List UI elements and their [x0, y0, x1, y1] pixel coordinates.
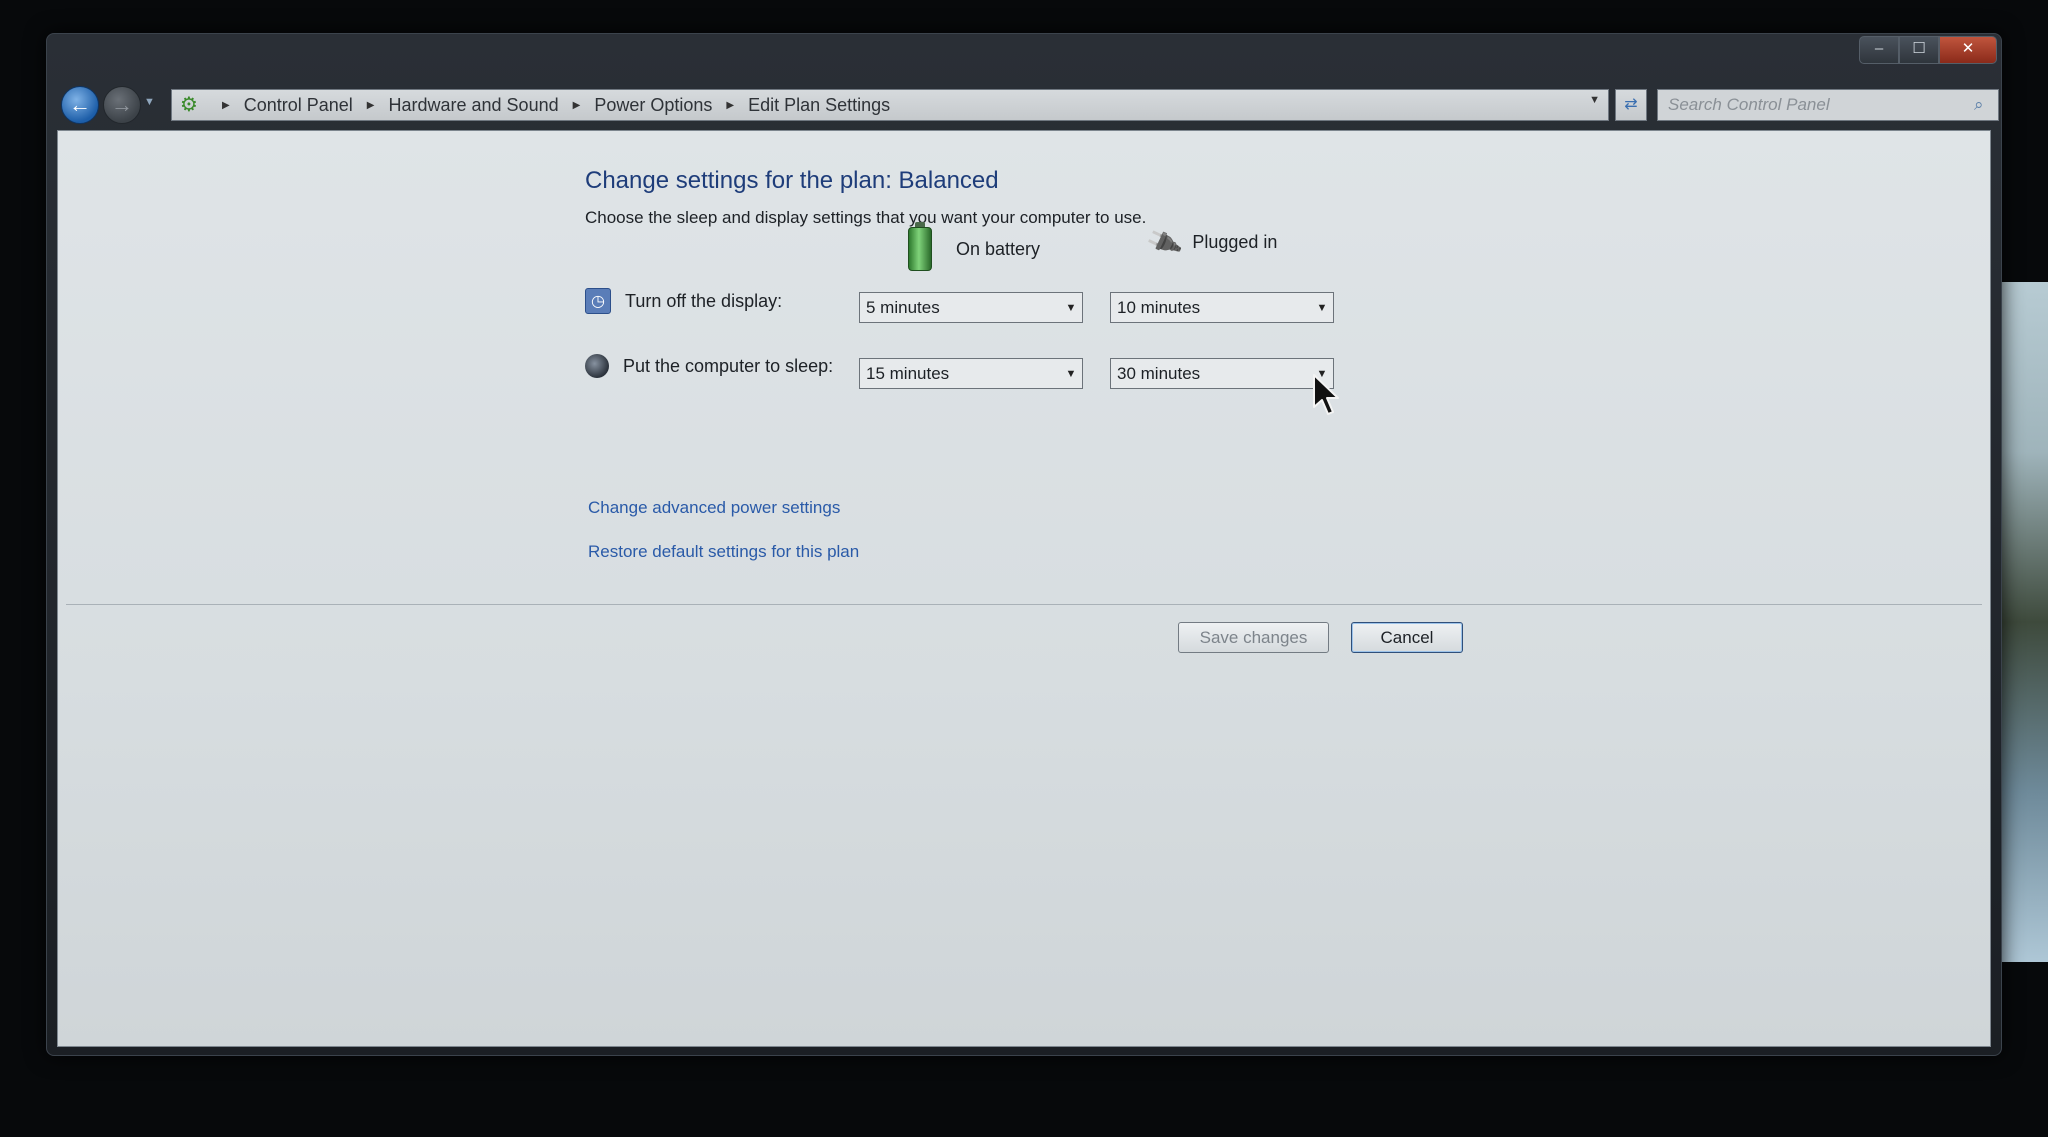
power-plug-icon: 🔌	[1143, 222, 1185, 262]
chevron-down-icon: ▼	[1065, 367, 1077, 380]
display-plugged-value: 10 minutes	[1117, 297, 1201, 317]
column-header-battery: On battery	[908, 222, 1041, 271]
content-pane: Change settings for the plan: Balanced C…	[57, 130, 1991, 1047]
address-history-dropdown[interactable]: ▼	[1589, 94, 1600, 106]
breadcrumb-hardware-and-sound[interactable]: Hardware and Sound	[388, 95, 558, 116]
control-panel-icon: ⚙	[180, 94, 198, 116]
back-button[interactable]: ←	[61, 86, 99, 124]
divider	[66, 604, 1982, 605]
search-input[interactable]	[1658, 90, 1974, 120]
column-header-plugged: 🔌 Plugged in	[1144, 222, 1278, 261]
refresh-button[interactable]: ⇄	[1615, 89, 1647, 121]
forward-button[interactable]: →	[103, 86, 141, 124]
cancel-button[interactable]: Cancel	[1351, 622, 1463, 653]
search-box: ⌕	[1657, 89, 1999, 121]
forward-arrow-icon: →	[111, 92, 133, 117]
breadcrumb-power-options[interactable]: Power Options	[594, 95, 712, 116]
chevron-right-icon[interactable]: ▶	[573, 100, 581, 111]
chevron-down-icon: ▼	[1316, 301, 1328, 314]
save-changes-button[interactable]: Save changes	[1178, 622, 1329, 653]
chevron-right-icon[interactable]: ▶	[222, 100, 230, 111]
chevron-down-icon: ▼	[1065, 301, 1077, 314]
chevron-right-icon[interactable]: ▶	[726, 100, 734, 111]
search-icon[interactable]: ⌕	[1974, 95, 1998, 115]
breadcrumb-control-panel[interactable]: Control Panel	[244, 95, 353, 116]
breadcrumb-edit-plan-settings[interactable]: Edit Plan Settings	[748, 95, 890, 116]
caption-buttons: – ☐ ✕	[1859, 36, 1997, 64]
restore-defaults-link[interactable]: Restore default settings for this plan	[588, 542, 859, 562]
column-label-battery: On battery	[956, 238, 1041, 259]
battery-icon	[908, 222, 932, 271]
maximize-button[interactable]: ☐	[1899, 36, 1939, 64]
display-setting-row: ◷ Turn off the display:	[585, 288, 782, 314]
sleep-battery-select[interactable]: 15 minutes ▼	[859, 358, 1083, 389]
display-timer-icon: ◷	[585, 288, 611, 314]
control-panel-window: – ☐ ✕ ← → ▼ ⚙ ▶ Control Panel ▶ Hardware…	[46, 33, 2002, 1056]
close-button[interactable]: ✕	[1939, 36, 1997, 64]
minimize-button[interactable]: –	[1859, 36, 1899, 64]
recent-pages-dropdown[interactable]: ▼	[144, 96, 155, 108]
back-arrow-icon: ←	[69, 92, 91, 117]
display-plugged-select[interactable]: 10 minutes ▼	[1110, 292, 1334, 323]
column-label-plugged: Plugged in	[1192, 232, 1278, 252]
sleep-battery-value: 15 minutes	[866, 363, 950, 383]
display-battery-select[interactable]: 5 minutes ▼	[859, 292, 1083, 323]
display-setting-label: Turn off the display:	[625, 290, 783, 311]
mouse-pointer-icon	[1313, 374, 1339, 415]
navigation-bar: ← → ▼ ⚙ ▶ Control Panel ▶ Hardware and S…	[57, 84, 1999, 124]
advanced-power-settings-link[interactable]: Change advanced power settings	[588, 498, 840, 518]
address-bar[interactable]: ⚙ ▶ Control Panel ▶ Hardware and Sound ▶…	[171, 89, 1609, 121]
page-title: Change settings for the plan: Balanced	[585, 167, 999, 194]
sleep-setting-row: Put the computer to sleep:	[585, 354, 833, 378]
refresh-icon: ⇄	[1624, 96, 1638, 113]
sleep-plugged-select[interactable]: 30 minutes ▼	[1110, 358, 1334, 389]
page-subtitle: Choose the sleep and display settings th…	[585, 208, 1147, 227]
sleep-plugged-value: 30 minutes	[1117, 363, 1201, 383]
chevron-right-icon[interactable]: ▶	[367, 100, 375, 111]
display-battery-value: 5 minutes	[866, 297, 940, 317]
sleep-moon-icon	[585, 354, 609, 378]
sleep-setting-label: Put the computer to sleep:	[623, 355, 834, 376]
